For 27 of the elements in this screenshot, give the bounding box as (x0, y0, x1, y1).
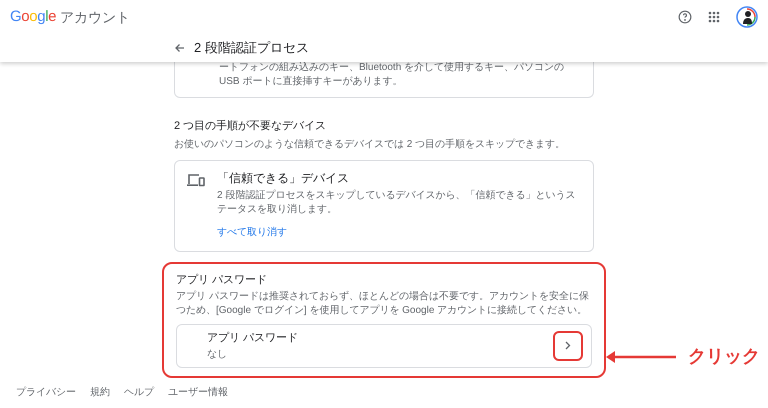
footer-link[interactable]: 規約 (90, 385, 110, 400)
logo[interactable]: Google (10, 6, 56, 28)
app-passwords-row[interactable]: アプリ パスワード なし (176, 324, 592, 368)
page-title: 2 段階認証プロセス (194, 39, 309, 57)
section-heading: アプリ パスワード (176, 272, 268, 288)
annotation-label: クリック (688, 345, 760, 368)
apps-grid-icon[interactable] (708, 11, 720, 23)
section-description: アプリ パスワードは推奨されておらず、ほとんどの場合は不要です。アカウントを安全に保つため、[Google でログイン] を使用してアプリを Google アカウントに接続してください。 (176, 290, 590, 318)
card-text: USB ポートに直接挿すキーがあります。 (219, 75, 404, 89)
product-name: アカウント (60, 8, 130, 26)
chevron-right-icon (565, 341, 571, 350)
card-description: 2 段階認証プロセスをスキップしているデバイスから、「信頼できる」というステータスを取り消します。 (217, 188, 576, 216)
help-icon[interactable] (678, 10, 692, 24)
avatar-icon[interactable] (736, 6, 758, 28)
section-description: お使いのパソコンのような信頼できるデバイスでは 2 つ目の手順をスキップできます。 (174, 138, 566, 152)
section-heading: 2 つ目の手順が不要なデバイス (174, 119, 328, 134)
footer-link[interactable]: ヘルプ (124, 385, 154, 400)
chevron-button[interactable] (553, 330, 583, 361)
card-title: 「信頼できる」デバイス (217, 170, 350, 186)
row-title: アプリ パスワード (207, 330, 300, 346)
footer-link[interactable]: ユーザー情報 (168, 385, 228, 400)
back-arrow-icon[interactable] (174, 42, 186, 54)
devices-icon (187, 172, 205, 186)
card-text: ートフォンの組み込みのキー、Bluetooth を介して使用するキー、パソコンの (219, 61, 566, 75)
footer-link[interactable]: プライバシー (16, 385, 76, 400)
revoke-all-link[interactable]: すべて取り消す (217, 224, 287, 240)
row-value: なし (207, 348, 228, 362)
